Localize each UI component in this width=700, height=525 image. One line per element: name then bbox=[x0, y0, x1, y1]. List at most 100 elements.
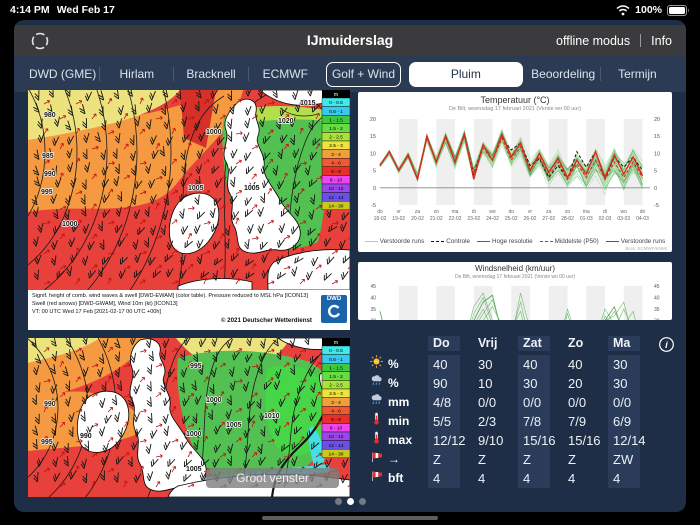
table-cell: 0/0 bbox=[563, 393, 608, 412]
groot-venster-button[interactable]: Groot venster bbox=[206, 468, 339, 488]
offline-modus-button[interactable]: offline modus bbox=[556, 34, 630, 48]
svg-text:0: 0 bbox=[373, 186, 376, 192]
status-date: Wed Feb 17 bbox=[57, 4, 115, 16]
table-cell: 4 bbox=[428, 469, 473, 488]
svg-text:45: 45 bbox=[654, 284, 660, 290]
info-button[interactable]: Info bbox=[651, 34, 672, 48]
legend-item: Verstoorde runs bbox=[365, 238, 424, 245]
svg-text:30: 30 bbox=[370, 319, 376, 321]
svg-text:0: 0 bbox=[654, 186, 657, 192]
svg-text:ma: ma bbox=[583, 209, 590, 215]
svg-text:35: 35 bbox=[654, 307, 660, 313]
svg-text:za: za bbox=[415, 209, 421, 215]
row-label-dir: % bbox=[358, 374, 428, 393]
svg-text:995: 995 bbox=[41, 189, 53, 196]
tab-pluim[interactable]: Pluim bbox=[409, 62, 522, 87]
svg-text:21-02: 21-02 bbox=[430, 216, 443, 222]
svg-text:23-02: 23-02 bbox=[467, 216, 480, 222]
svg-text:10: 10 bbox=[370, 151, 376, 157]
map-caption-line3: VT: 00 UTC Wed 17 Feb [2021-02-17 00 UTC… bbox=[32, 308, 346, 316]
map-caption-line2: Swell (red arrows) [DWD-GWAM], Wind 10m … bbox=[32, 300, 346, 308]
thermometer-icon bbox=[370, 412, 383, 431]
tab-bracknell[interactable]: Bracknell bbox=[174, 62, 247, 87]
svg-text:40: 40 bbox=[370, 296, 376, 302]
svg-text:vr: vr bbox=[397, 209, 402, 215]
battery-percent: 100% bbox=[635, 4, 662, 16]
table-cell: Z bbox=[518, 450, 563, 469]
tab-beoordeling[interactable]: Beoordeling bbox=[527, 62, 600, 87]
svg-text:-5: -5 bbox=[654, 203, 659, 209]
svg-text:0.5 - 1: 0.5 - 1 bbox=[329, 109, 343, 115]
tab-termijn[interactable]: Termijn bbox=[601, 62, 674, 87]
table-cell: Z bbox=[473, 450, 518, 469]
info-button[interactable]: i bbox=[653, 336, 675, 351]
svg-text:980: 980 bbox=[44, 112, 56, 119]
svg-text:1.5 - 2: 1.5 - 2 bbox=[329, 126, 343, 132]
tab-dwd-gme-[interactable]: DWD (GME) bbox=[26, 62, 99, 87]
svg-text:5: 5 bbox=[654, 169, 657, 175]
tab-hirlam[interactable]: Hirlam bbox=[100, 62, 173, 87]
svg-text:2.5 - 3: 2.5 - 3 bbox=[329, 143, 343, 149]
svg-text:1005: 1005 bbox=[186, 466, 202, 473]
svg-text:di: di bbox=[472, 209, 476, 215]
tab-ecmwf[interactable]: ECMWF bbox=[249, 62, 322, 87]
table-cell: 4 bbox=[473, 469, 518, 488]
svg-text:24-02: 24-02 bbox=[486, 216, 499, 222]
svg-text:wo: wo bbox=[489, 209, 496, 215]
home-indicator[interactable] bbox=[262, 516, 438, 520]
table-cell: 30 bbox=[473, 355, 518, 374]
svg-text:1005: 1005 bbox=[244, 185, 260, 192]
svg-text:2 - 2.5: 2 - 2.5 bbox=[329, 135, 343, 141]
status-time: 4:14 PM bbox=[10, 4, 50, 16]
svg-text:6 - 8: 6 - 8 bbox=[331, 417, 341, 423]
table-cell-spacer bbox=[653, 469, 677, 488]
table-cell: 0/0 bbox=[518, 393, 563, 412]
status-bar: 4:14 PM Wed Feb 17 100% bbox=[0, 0, 700, 20]
table-corner bbox=[358, 336, 428, 351]
table-cell: Z bbox=[428, 450, 473, 469]
table-cell: 30 bbox=[608, 355, 653, 374]
svg-text:1005: 1005 bbox=[188, 185, 204, 192]
chart-subtitle: De Bilt, woensdag 17 februari 2021 (Vers… bbox=[358, 106, 672, 112]
wave-map-bottom[interactable]: 99599099099510001000100510051010m0 - 0.5… bbox=[28, 338, 350, 497]
chart-source: Bron: ECMWF/KNMI bbox=[625, 246, 667, 251]
app-window: IJmuiderslag offline modus Info DWD (GME… bbox=[14, 20, 686, 512]
svg-text:10 - 12: 10 - 12 bbox=[329, 434, 344, 440]
rain-icon bbox=[370, 393, 383, 412]
svg-text:do: do bbox=[640, 209, 646, 215]
wave-map-top[interactable]: 980985990995100010001005100510151020m0 -… bbox=[28, 90, 350, 330]
table-cell: 30 bbox=[608, 374, 653, 393]
svg-text:15: 15 bbox=[370, 134, 376, 140]
svg-text:990: 990 bbox=[44, 401, 56, 408]
legend-item: Hoge resolutie bbox=[477, 238, 533, 245]
page-dot-0[interactable] bbox=[335, 498, 342, 505]
page-dot-2[interactable] bbox=[359, 498, 366, 505]
svg-text:5: 5 bbox=[373, 169, 376, 175]
legend-item: Verstoorde runs bbox=[606, 238, 665, 245]
thermometer-icon bbox=[370, 431, 383, 450]
wave-scale-legend: m0 - 0.50.5 - 11 - 1.51.5 - 22 - 2.52.5 … bbox=[322, 338, 350, 458]
table-cell: 12/12 bbox=[428, 431, 473, 450]
svg-text:12 - 14: 12 - 14 bbox=[329, 195, 344, 201]
row-label-min: min bbox=[358, 412, 428, 431]
svg-text:14 - 30: 14 - 30 bbox=[329, 203, 344, 209]
wifi-icon bbox=[616, 5, 630, 16]
svg-text:0 - 0.5: 0 - 0.5 bbox=[329, 100, 343, 106]
table-cell: 12/14 bbox=[608, 431, 653, 450]
svg-text:990: 990 bbox=[80, 433, 92, 440]
svg-text:14 - 30: 14 - 30 bbox=[329, 451, 344, 457]
tab-golf-wind[interactable]: Golf + Wind bbox=[326, 62, 401, 87]
column-header-zat: Zat bbox=[518, 336, 563, 351]
page-dot-1[interactable] bbox=[347, 498, 354, 505]
table-cell: 15/16 bbox=[563, 431, 608, 450]
svg-text:02-03: 02-03 bbox=[599, 216, 612, 222]
svg-text:3 - 4: 3 - 4 bbox=[331, 400, 341, 406]
table-cell: 30 bbox=[518, 374, 563, 393]
svg-text:1000: 1000 bbox=[206, 397, 222, 404]
table-cell: 40 bbox=[518, 355, 563, 374]
row-label-dir: → bbox=[358, 450, 428, 469]
sun-icon bbox=[370, 355, 383, 374]
app-header: IJmuiderslag offline modus Info bbox=[14, 25, 686, 56]
table-cell: 0/0 bbox=[608, 393, 653, 412]
column-header-vrij: Vrij bbox=[473, 336, 518, 351]
